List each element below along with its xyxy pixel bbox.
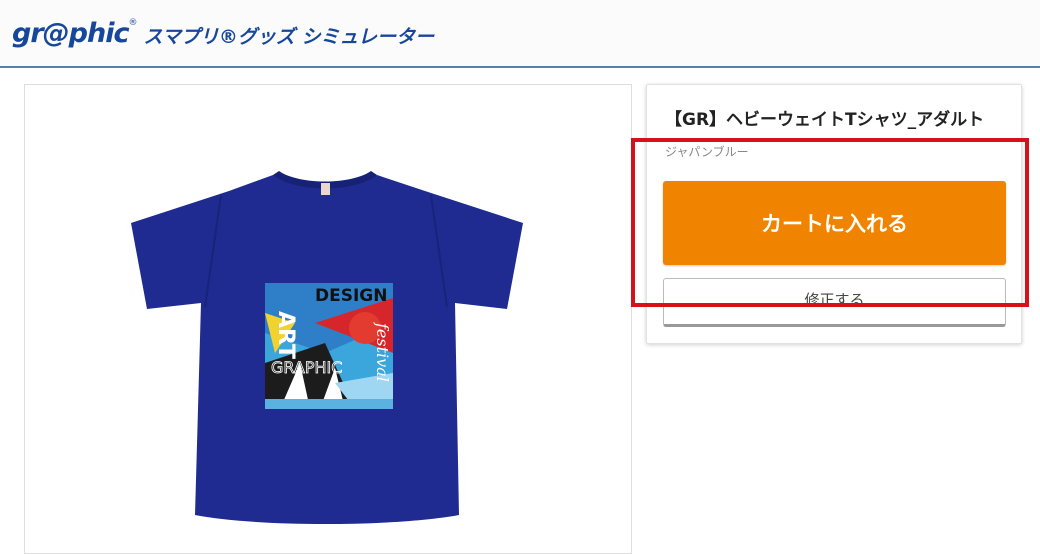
svg-text:ART: ART xyxy=(273,311,298,359)
svg-text:DESIGN: DESIGN xyxy=(315,286,387,306)
product-color-name: ジャパンブルー xyxy=(665,145,749,159)
svg-text:festival: festival xyxy=(373,322,392,382)
tshirt-image: DESIGN ART GRAPHIC festival xyxy=(131,171,523,524)
app-subtitle: スマプリ®グッズ シミュレーター xyxy=(143,25,435,48)
svg-text:GRAPHIC: GRAPHIC xyxy=(271,358,342,377)
product-title: 【GR】ヘビーウェイトTシャツ_アダルト xyxy=(665,110,985,130)
tshirt-tag xyxy=(321,183,330,195)
add-to-cart-button[interactable]: カートに入れる xyxy=(663,181,1006,265)
product-card: 【GR】ヘビーウェイトTシャツ_アダルト ジャパンブルー カートに入れる 修正す… xyxy=(646,84,1022,344)
logo-wordmark: gr@phic xyxy=(12,17,129,49)
site-header: gr@phic ® スマプリ®グッズ シミュレーター xyxy=(0,0,1040,68)
product-preview-panel: DESIGN ART GRAPHIC festival xyxy=(24,84,632,554)
brand-logo[interactable]: gr@phic ® スマプリ®グッズ シミュレーター xyxy=(12,16,434,50)
edit-button[interactable]: 修正する xyxy=(663,278,1006,327)
logo-registered-mark: ® xyxy=(128,18,138,28)
